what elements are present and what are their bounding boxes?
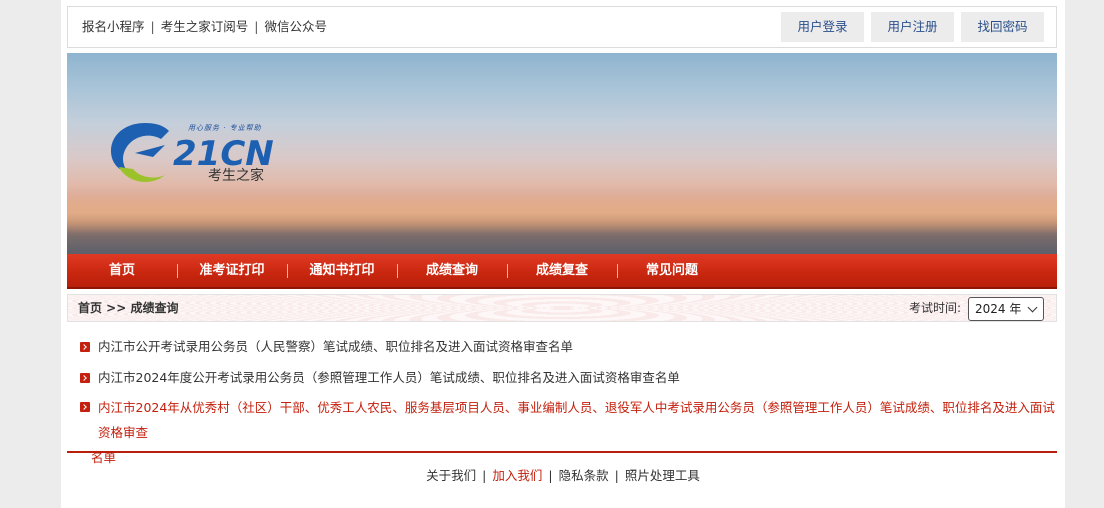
subscription-link[interactable]: 考生之家订阅号 <box>161 19 249 34</box>
list-item[interactable]: 内江市2024年度公开考试录用公务员（参照管理工作人员）笔试成绩、职位排名及进入… <box>79 363 1059 392</box>
separator: | <box>150 19 155 34</box>
chevron-down-icon <box>1027 302 1038 313</box>
year-value: 2024 年 <box>975 302 1022 316</box>
recover-password-button[interactable]: 找回密码 <box>961 12 1044 42</box>
year-select[interactable]: 2024 年 <box>968 297 1044 321</box>
nav-admission-ticket[interactable]: 准考证打印 <box>177 254 287 287</box>
banner-glow <box>67 193 1057 233</box>
separator: | <box>548 468 553 483</box>
about-link[interactable]: 关于我们 <box>426 468 476 483</box>
banner: 21CN 用心服务 · 专业帮助 考生之家 <box>67 53 1057 254</box>
photo-tool-link[interactable]: 照片处理工具 <box>625 468 700 483</box>
logo-name: 考生之家 <box>208 168 264 184</box>
separator: | <box>614 468 619 483</box>
breadcrumb[interactable]: 首页 >> 成绩查询 <box>78 295 178 321</box>
footer: 关于我们 | 加入我们 | 隐私条款 | 照片处理工具 <box>61 466 1065 486</box>
nav-notice-print[interactable]: 通知书打印 <box>287 254 397 287</box>
wechat-link[interactable]: 微信公众号 <box>264 19 327 34</box>
list-item[interactable]: 内江市公开考试录用公务员（人民警察）笔试成绩、职位排名及进入面试资格审查名单 <box>79 332 1059 361</box>
breadcrumb-bar: 首页 >> 成绩查询 考试时间: 2024 年 <box>67 294 1057 322</box>
logo-slogan: 用心服务 · 专业帮助 <box>188 124 262 132</box>
top-bar: 报名小程序 | 考生之家订阅号 | 微信公众号 用户登录 用户注册 找回密码 <box>67 6 1057 48</box>
main-nav: 首页 准考证打印 通知书打印 成绩查询 成绩复查 常见问题 <box>67 254 1057 289</box>
register-button[interactable]: 用户注册 <box>871 12 954 42</box>
nav-score-query[interactable]: 成绩查询 <box>397 254 507 287</box>
login-button[interactable]: 用户登录 <box>781 12 864 42</box>
nav-faq[interactable]: 常见问题 <box>617 254 727 287</box>
list-item-title: 内江市2024年度公开考试录用公务员（参照管理工作人员）笔试成绩、职位排名及进入… <box>98 370 680 385</box>
list-item-highlighted[interactable]: 内江市2024年从优秀村（社区）干部、优秀工人农民、服务基层项目人员、事业编制人… <box>79 394 1059 470</box>
nav-score-review[interactable]: 成绩复查 <box>507 254 617 287</box>
top-links: 报名小程序 | 考生之家订阅号 | 微信公众号 <box>82 7 327 47</box>
separator: | <box>482 468 487 483</box>
privacy-link[interactable]: 隐私条款 <box>559 468 609 483</box>
arrow-bullet-icon <box>80 342 90 352</box>
arrow-bullet-icon <box>80 402 90 412</box>
join-link[interactable]: 加入我们 <box>492 468 542 483</box>
list-item-title: 内江市公开考试录用公务员（人民警察）笔试成绩、职位排名及进入面试资格审查名单 <box>98 339 574 354</box>
page: 报名小程序 | 考生之家订阅号 | 微信公众号 用户登录 用户注册 找回密码 21CN … <box>61 0 1065 508</box>
nav-home[interactable]: 首页 <box>67 254 177 287</box>
list-item-title-line1: 内江市2024年从优秀村（社区）干部、优秀工人农民、服务基层项目人员、事业编制人… <box>98 400 1055 440</box>
divider <box>67 451 1057 453</box>
account-buttons: 用户登录 用户注册 找回密码 <box>781 12 1044 42</box>
separator: | <box>254 19 259 34</box>
arrow-bullet-icon <box>80 373 90 383</box>
mini-program-link[interactable]: 报名小程序 <box>82 19 145 34</box>
year-label: 考试时间: <box>908 301 961 315</box>
